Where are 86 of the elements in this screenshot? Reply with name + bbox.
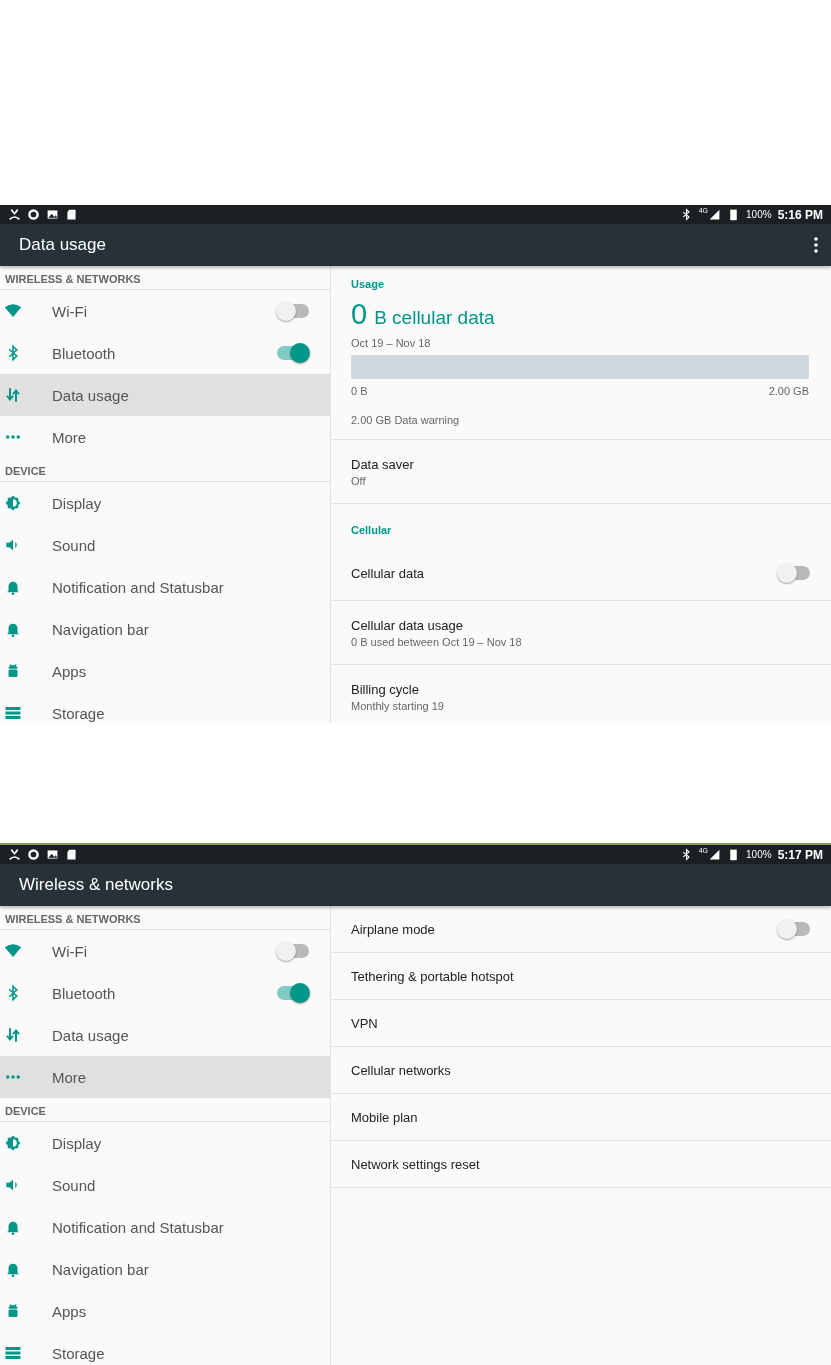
sidebar-item[interactable]: Notification and Statusbar [0, 566, 330, 608]
sidebar-item[interactable]: Storage [0, 692, 330, 723]
clock: 5:17 PM [777, 847, 823, 862]
sidebar-item[interactable]: Wi-Fi [0, 290, 330, 332]
sidebar-item[interactable]: Apps [0, 1290, 330, 1332]
sidebar-item[interactable]: Display [0, 482, 330, 524]
preference-summary: 0 B used between Oct 19 – Nov 18 [351, 635, 523, 648]
sidebar-item[interactable]: Navigation bar [0, 1248, 330, 1290]
preference-title: Billing cycle [351, 681, 420, 697]
brightness-icon [4, 494, 22, 512]
usage-unit: B cellular data [374, 307, 495, 329]
sidebar-item[interactable]: Wi-Fi [0, 930, 330, 972]
toggle-switch[interactable] [276, 343, 310, 363]
up-down-arrows-icon [4, 386, 22, 404]
preference-title: Cellular networks [351, 1062, 452, 1078]
preference-summary: Monthly starting 19 [351, 699, 445, 712]
more-dots-icon [6, 435, 20, 439]
section-header: Cellular [351, 524, 392, 536]
preference-title: Network settings reset [351, 1156, 481, 1172]
sidebar-item[interactable]: Bluetooth [0, 972, 330, 1014]
missed-call-icon [8, 208, 21, 221]
toolbar-title: Wireless & networks [19, 875, 174, 895]
sidebar-item[interactable]: Data usage [0, 374, 330, 416]
sidebar-header: WIRELESS & NETWORKS [0, 266, 330, 290]
sidebar-header: DEVICE [0, 458, 330, 482]
toggle-switch[interactable] [777, 563, 811, 583]
usage-amount: 0 [351, 298, 368, 331]
sync-icon [27, 848, 40, 861]
up-down-arrows-icon [4, 1026, 22, 1044]
preference-row[interactable]: VPN [331, 1000, 831, 1047]
more-dots-icon [6, 1075, 20, 1079]
sidebar-header: WIRELESS & NETWORKS [0, 906, 330, 930]
sd-card-icon [65, 848, 78, 861]
sidebar-item[interactable]: Bluetooth [0, 332, 330, 374]
preference-row[interactable]: Mobile plan [331, 1094, 831, 1141]
preference-title: Tethering & portable hotspot [351, 968, 515, 984]
storage-icon [4, 704, 22, 722]
image-icon [46, 848, 59, 861]
toggle-switch[interactable] [276, 941, 310, 961]
preference-title: VPN [351, 1015, 379, 1031]
sidebar-item[interactable]: Navigation bar [0, 608, 330, 650]
sidebar-item[interactable]: More [0, 416, 330, 458]
toolbar-title: Data usage [19, 235, 107, 255]
sync-icon [27, 208, 40, 221]
preference-title: Airplane mode [351, 921, 436, 937]
bar-max-label: 2.00 GB [768, 385, 809, 397]
preference-title: Cellular data [351, 565, 425, 581]
sidebar-item[interactable]: Data usage [0, 1014, 330, 1056]
toggle-switch[interactable] [777, 919, 811, 939]
toggle-switch[interactable] [276, 983, 310, 1003]
clock: 5:16 PM [777, 207, 823, 222]
data-warning: 2.00 GB Data warning [351, 414, 461, 426]
image-icon [46, 208, 59, 221]
toggle-switch[interactable] [276, 301, 310, 321]
preference-row[interactable]: Data saver Off [331, 440, 831, 504]
bar-min-label: 0 B [351, 385, 368, 397]
sidebar-item[interactable]: Notification and Statusbar [0, 1206, 330, 1248]
signal-icon [708, 848, 722, 861]
preference-row[interactable]: Cellular networks [331, 1047, 831, 1094]
battery-percent: 100% [746, 849, 772, 860]
sidebar-item[interactable]: Sound [0, 1164, 330, 1206]
sidebar-item[interactable]: Display [0, 1122, 330, 1164]
sidebar-item[interactable]: More [0, 1056, 330, 1098]
signal-icon [708, 208, 722, 221]
sidebar-item[interactable]: Apps [0, 650, 330, 692]
preference-row[interactable]: Network settings reset [331, 1141, 831, 1188]
sidebar-item[interactable]: Storage [0, 1332, 330, 1365]
overflow-menu-icon[interactable] [813, 237, 819, 253]
missed-call-icon [8, 848, 21, 861]
usage-period: Oct 19 – Nov 18 [351, 337, 432, 349]
switch-row[interactable]: Cellular data [331, 546, 831, 601]
battery-percent: 100% [746, 209, 772, 220]
sidebar-header: DEVICE [0, 1098, 330, 1122]
sidebar-item[interactable]: Sound [0, 524, 330, 566]
preference-summary: Off [351, 474, 367, 487]
switch-row[interactable]: Airplane mode [331, 906, 831, 953]
preference-row[interactable]: Tethering & portable hotspot [331, 953, 831, 1000]
preference-title: Data saver [351, 456, 415, 472]
preference-title: Mobile plan [351, 1109, 419, 1125]
preference-title: Cellular data usage [351, 617, 465, 633]
preference-row[interactable]: Billing cycle Monthly starting 19 [331, 665, 831, 723]
preference-row[interactable]: Cellular data usage 0 B used between Oct 19 – Nov 18 [331, 601, 831, 665]
section-header: Usage [351, 278, 386, 290]
brightness-icon [4, 1134, 22, 1152]
storage-icon [4, 1344, 22, 1362]
sd-card-icon [65, 208, 78, 221]
